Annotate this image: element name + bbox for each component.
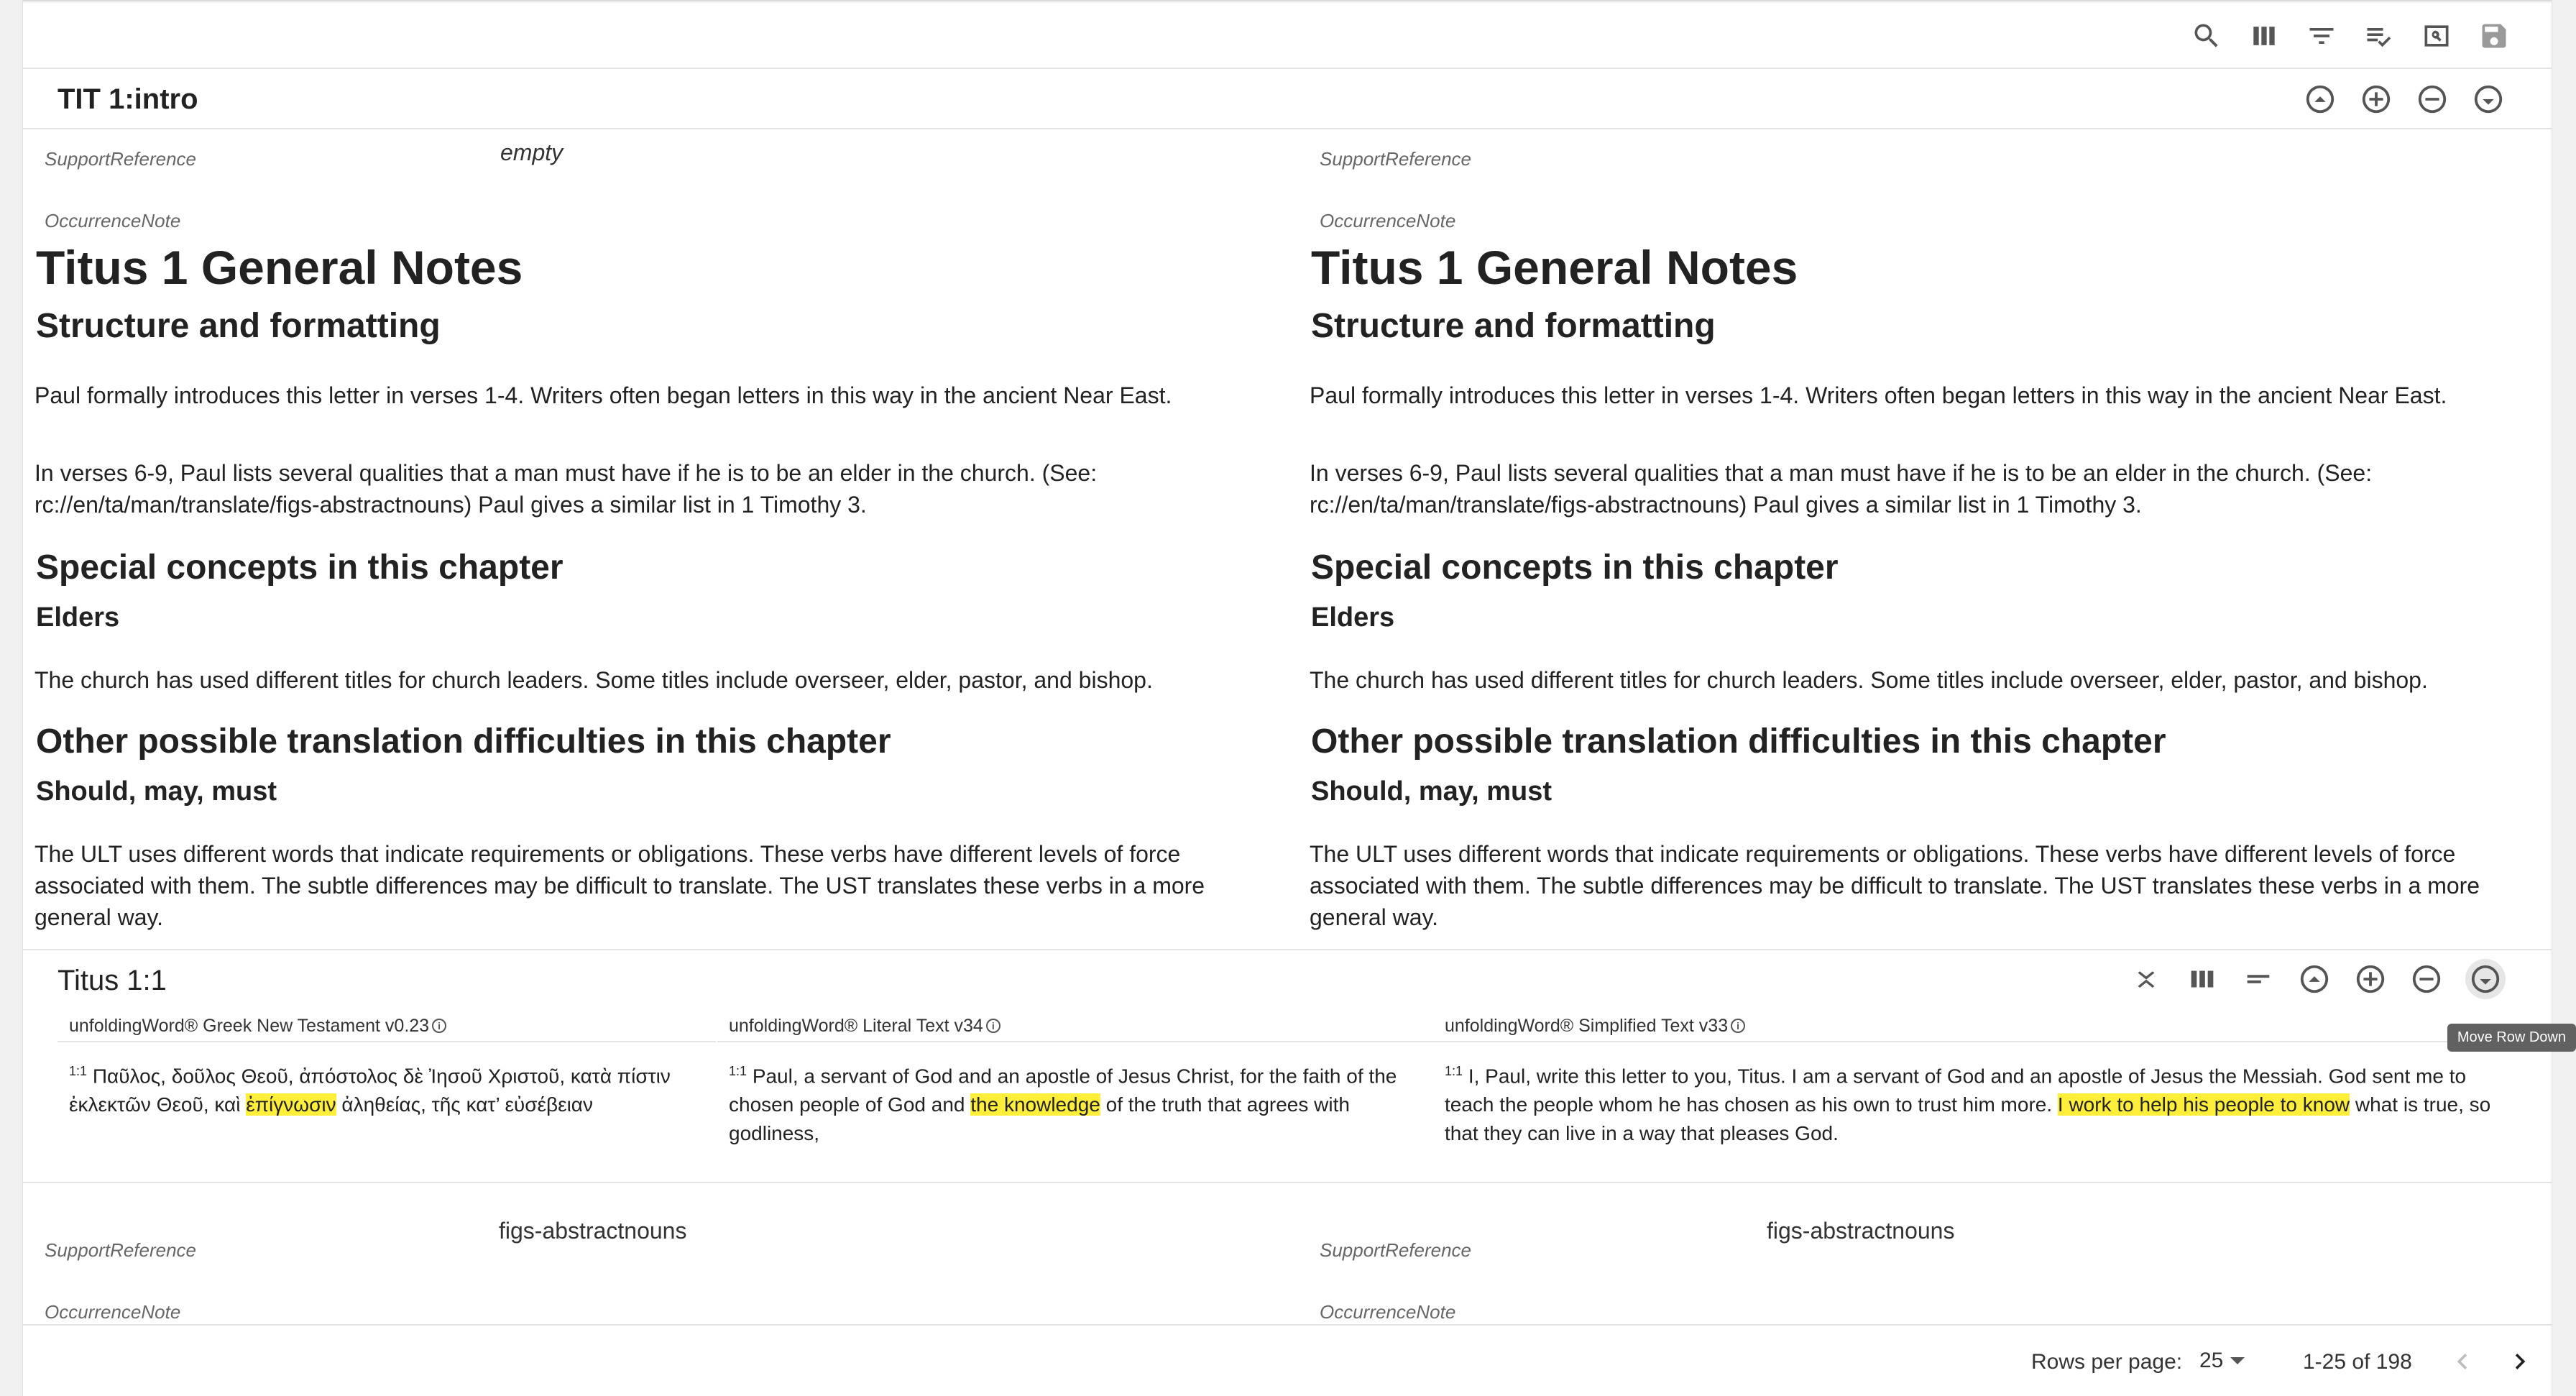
short-text-icon[interactable] — [2241, 962, 2276, 996]
pagination-range: 1-25 of 198 — [2303, 1350, 2412, 1374]
expand-collapse-icon[interactable] — [2129, 962, 2163, 996]
occurrence-note-label: OccurrenceNote — [45, 210, 181, 231]
bible-column-ugnt: unfoldingWord® Greek New Testament v0.23… — [58, 1011, 716, 1119]
pagination: Rows per page: 25 1-25 of 198 — [23, 1327, 2552, 1396]
note-subheading: Other possible translation difficulties … — [1311, 722, 2166, 761]
note-heading: Titus 1 General Notes — [36, 241, 523, 294]
note-paragraph: The ULT uses different words that indica… — [1310, 841, 2480, 930]
search-icon[interactable] — [2189, 19, 2224, 53]
intro-notes: SupportReference empty OccurrenceNote Ti… — [23, 129, 2552, 949]
support-reference-label: SupportReference — [45, 1239, 197, 1261]
rows-per-page-label: Rows per page: — [2031, 1350, 2183, 1374]
right-gutter — [2552, 0, 2576, 1396]
note-paragraph: In verses 6-9, Paul lists several qualit… — [1310, 460, 2373, 518]
bible-column-title: unfoldingWord® Greek New Testament v0.23… — [58, 1011, 716, 1042]
note-paragraph: The church has used different titles for… — [34, 667, 1153, 693]
filter-icon[interactable] — [2304, 19, 2339, 53]
occurrence-note-label: OccurrenceNote — [1320, 1301, 1456, 1323]
move-row-down-icon[interactable] — [2465, 959, 2506, 999]
view-columns-icon[interactable] — [2247, 19, 2281, 53]
top-toolbar — [23, 0, 2552, 69]
verse-number: 1:1 — [1445, 1064, 1463, 1078]
highlighted-word[interactable]: the knowledge — [970, 1093, 1100, 1116]
verse-number: 1:1 — [69, 1064, 88, 1078]
move-row-up-icon[interactable] — [2297, 962, 2332, 996]
note-paragraph: Paul formally introduces this letter in … — [1310, 382, 2447, 408]
highlighted-word[interactable]: I work to help his people to know — [2057, 1093, 2350, 1116]
expand-row-icon[interactable] — [2353, 962, 2388, 996]
app-frame: TIT 1:intro SupportReference empty Occur… — [23, 0, 2552, 1396]
support-reference-label: SupportReference — [45, 148, 197, 170]
highlighted-word[interactable]: ἐπίγνωσιν — [246, 1093, 336, 1116]
support-reference-value[interactable]: empty — [500, 139, 563, 166]
bible-column-ult: unfoldingWord® Literal Text v34 i 1:1 Pau… — [717, 1011, 1433, 1148]
occurrence-note-label: OccurrenceNote — [45, 1301, 181, 1323]
verse-text: 1:1 Παῦλος, δοῦλος Θεοῦ, ἀπόστολος δὲ Ἰη… — [69, 1064, 671, 1116]
bible-column-title: unfoldingWord® Literal Text v34 i — [717, 1011, 1433, 1042]
previous-page-button[interactable] — [2442, 1341, 2483, 1382]
verse-number: 1:1 — [729, 1064, 748, 1078]
row-title: Titus 1:1 — [58, 965, 167, 996]
note-subheading: Special concepts in this chapter — [1311, 548, 1839, 587]
note-paragraph: In verses 6-9, Paul lists several qualit… — [34, 460, 1098, 518]
note-minor-heading: Elders — [36, 602, 120, 633]
collapse-row-icon[interactable] — [2409, 962, 2444, 996]
verse-text: 1:1 Paul, a servant of God and an apostl… — [729, 1064, 1397, 1145]
scripture-row: Titus 1:1 unfoldingWord® Greek New Testa… — [23, 949, 2552, 1183]
expand-row-icon[interactable] — [2359, 82, 2393, 116]
collapse-row-icon[interactable] — [2415, 82, 2450, 116]
intro-row-header: TIT 1:intro — [23, 69, 2552, 129]
note-minor-heading: Should, may, must — [1311, 776, 1552, 807]
note-subheading: Other possible translation difficulties … — [36, 722, 891, 761]
save-icon[interactable] — [2477, 19, 2511, 53]
move-row-down-tooltip: Move Row Down — [2447, 1024, 2576, 1052]
info-icon[interactable]: i — [985, 1019, 1000, 1033]
support-reference-value[interactable]: figs-abstractnouns — [499, 1218, 686, 1244]
left-gutter — [0, 0, 23, 1396]
note-heading: Titus 1 General Notes — [1311, 241, 1798, 294]
bible-column-title: unfoldingWord® Simplified Text v33 i — [1433, 1011, 2529, 1042]
next-page-button[interactable] — [2500, 1341, 2540, 1382]
verse-text: 1:1 I, Paul, write this letter to you, T… — [1445, 1064, 2491, 1145]
occurrence-note-label: OccurrenceNote — [1320, 210, 1456, 231]
move-row-up-icon[interactable] — [2303, 82, 2337, 116]
move-row-down-icon[interactable] — [2471, 82, 2506, 116]
note-minor-heading: Should, may, must — [36, 776, 277, 807]
chevron-left-icon — [2457, 1354, 2467, 1369]
note-minor-heading: Elders — [1311, 602, 1395, 633]
support-reference-label: SupportReference — [1320, 1239, 1472, 1261]
bible-column-ust: unfoldingWord® Simplified Text v33 i 1:1 … — [1433, 1011, 2529, 1148]
info-icon[interactable]: i — [432, 1019, 447, 1033]
support-reference-label: SupportReference — [1320, 148, 1472, 170]
support-reference-value[interactable]: figs-abstractnouns — [1767, 1218, 1954, 1244]
note-paragraph: The ULT uses different words that indica… — [34, 841, 1205, 930]
note-subheading: Structure and formatting — [36, 307, 441, 345]
note-paragraph: Paul formally introduces this letter in … — [34, 382, 1172, 408]
note-subheading: Special concepts in this chapter — [36, 548, 564, 587]
note-paragraph: The church has used different titles for… — [1310, 667, 2428, 693]
rows-per-page-select[interactable]: 25 — [2199, 1349, 2245, 1373]
row-title: TIT 1:intro — [58, 83, 198, 115]
chevron-right-icon — [2515, 1354, 2526, 1369]
bottom-notes-row: SupportReference figs-abstractnouns Occu… — [23, 1185, 2552, 1326]
checklist-icon[interactable] — [2362, 19, 2396, 53]
info-icon[interactable]: i — [1731, 1019, 1746, 1033]
chevron-down-icon — [2230, 1357, 2245, 1364]
preview-icon[interactable] — [2419, 19, 2454, 53]
view-columns-icon[interactable] — [2185, 962, 2220, 996]
note-subheading: Structure and formatting — [1311, 307, 1716, 345]
